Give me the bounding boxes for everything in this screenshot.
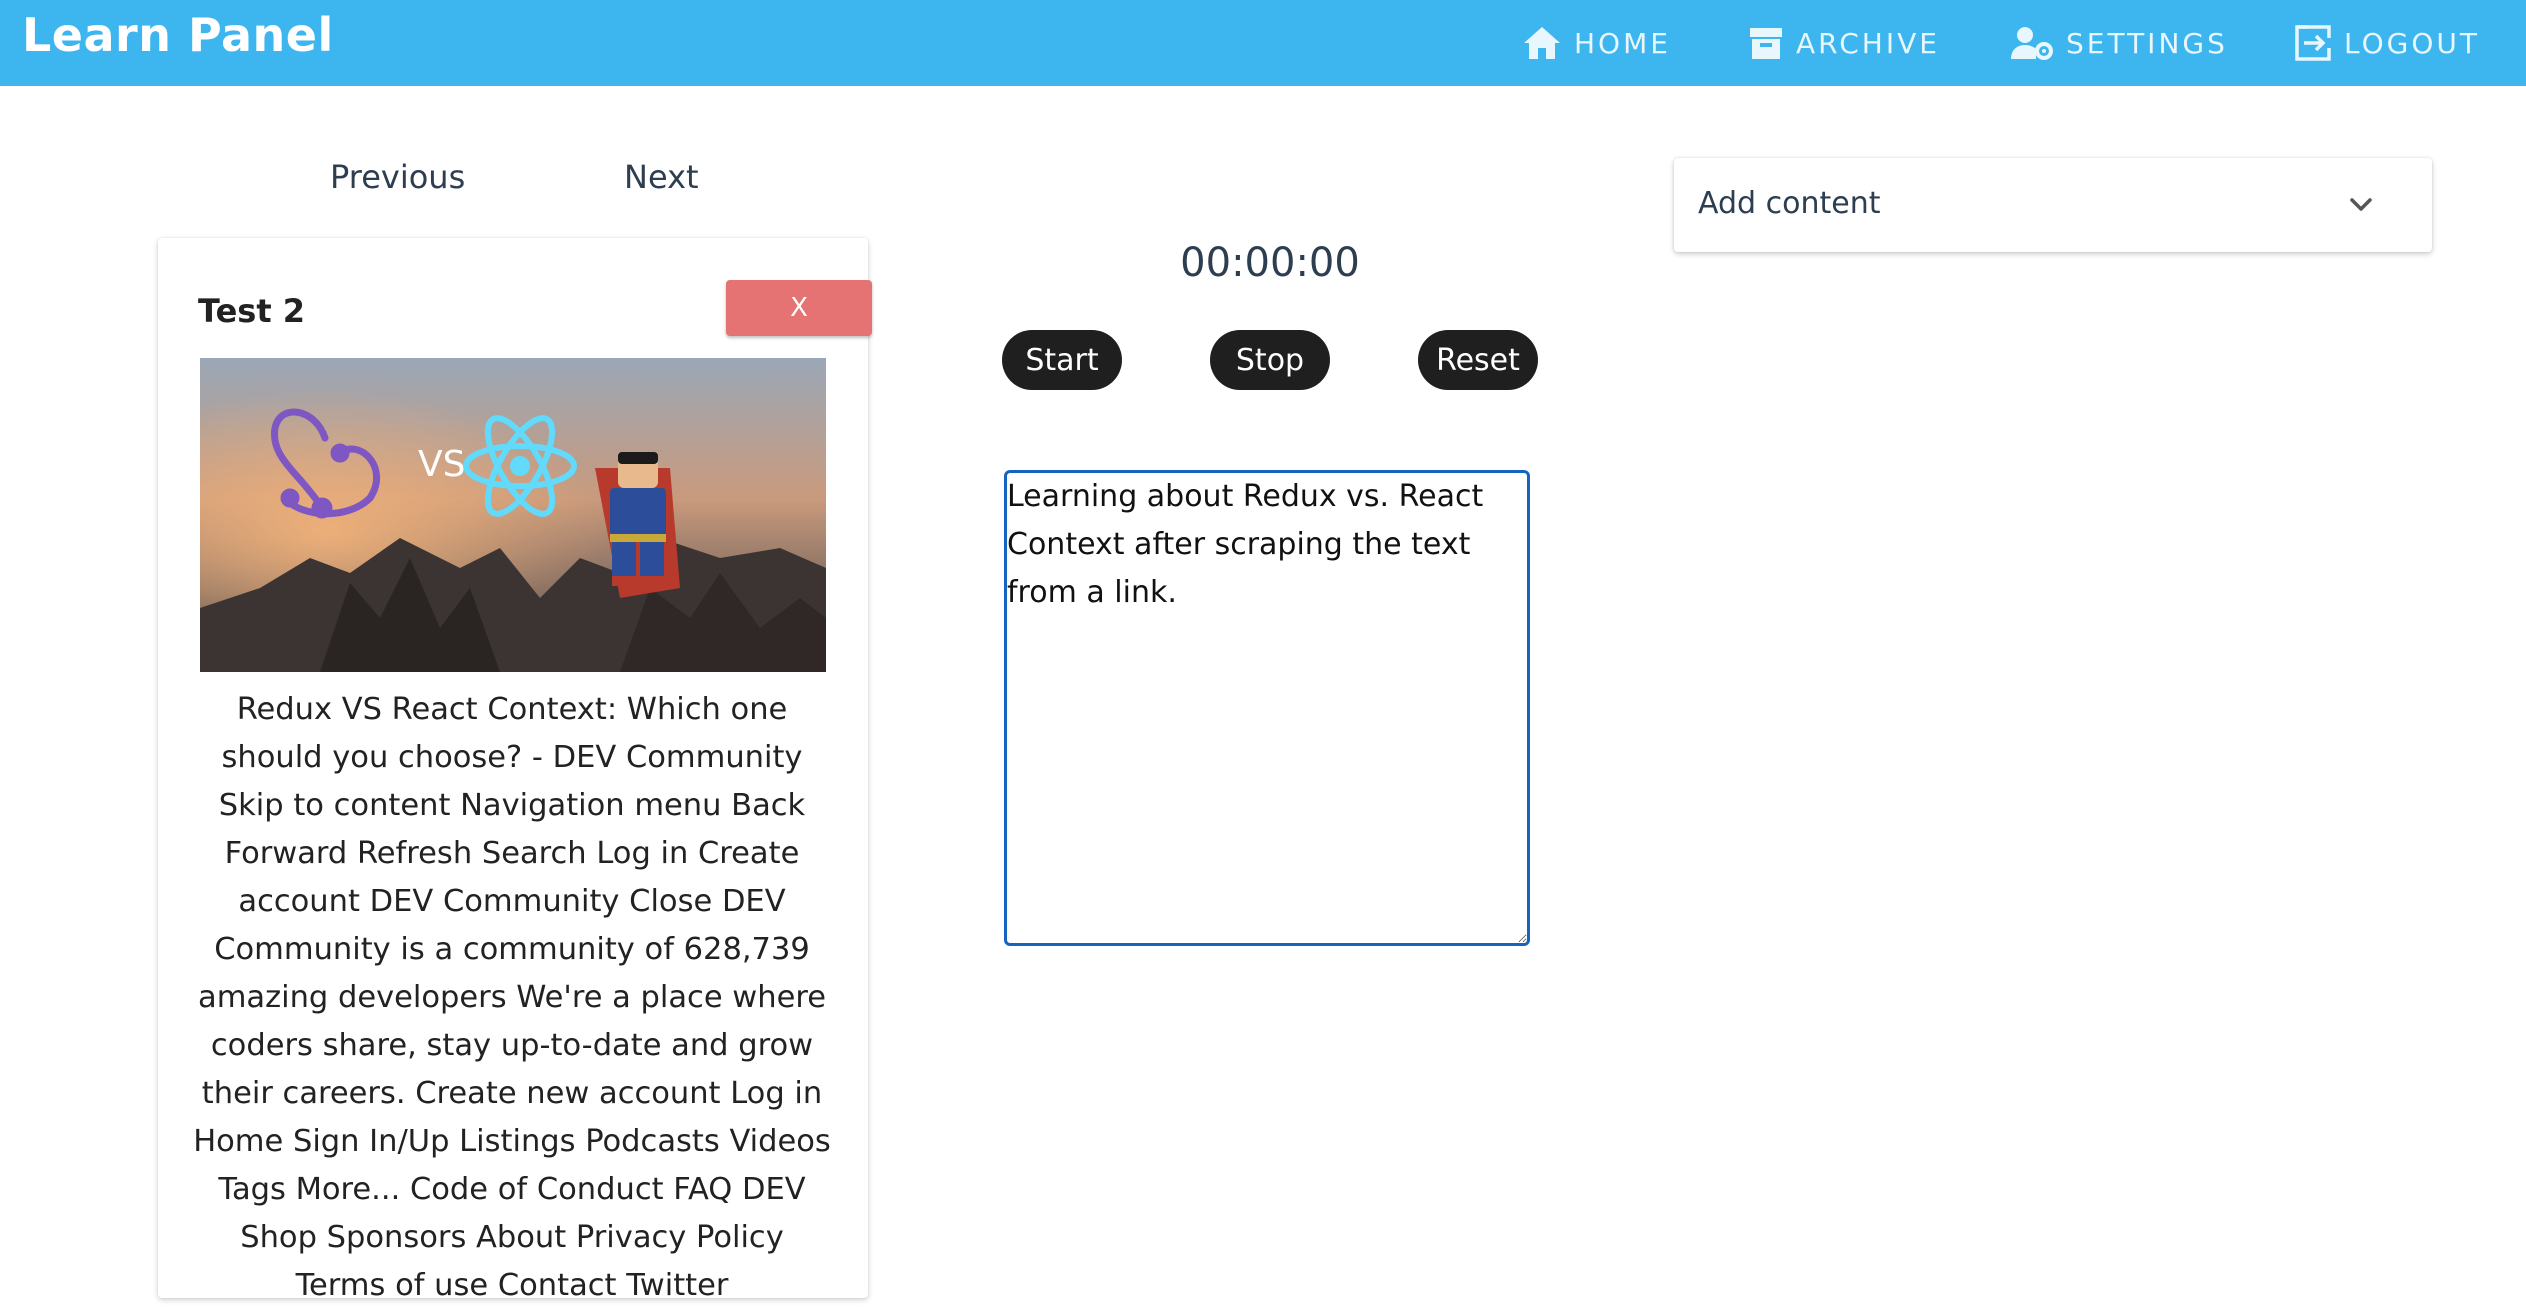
nav-logout[interactable]: LOGOUT: [2294, 0, 2480, 86]
nav-archive[interactable]: ARCHIVE: [1748, 0, 1940, 86]
timer-display: 00:00:00: [1180, 240, 1360, 286]
nav-home-label: HOME: [1574, 26, 1671, 60]
vs-label: VS: [418, 444, 465, 485]
home-icon: [1524, 27, 1560, 59]
article-thumbnail: VS: [200, 358, 826, 672]
reset-button[interactable]: Reset: [1418, 330, 1538, 390]
nav-settings-label: SETTINGS: [2066, 26, 2228, 60]
user-settings-icon: [2011, 27, 2053, 60]
content-card: Test 2 X VS Redux VS React Context: Whic…: [158, 238, 872, 1303]
notes-textarea[interactable]: Learning about Redux vs. React Context a…: [1004, 470, 1530, 946]
nav-settings[interactable]: SETTINGS: [2010, 0, 2228, 86]
nav-logout-label: LOGOUT: [2344, 26, 2480, 60]
card-body-text: Redux VS React Context: Which one should…: [193, 692, 831, 1303]
logout-icon: [2295, 25, 2331, 61]
nav-home[interactable]: HOME: [1522, 0, 1671, 86]
top-app-bar: Learn Panel HOME ARCHIVE SETTINGS LOGOUT: [0, 0, 2526, 86]
delete-button[interactable]: X: [726, 280, 872, 336]
previous-button[interactable]: Previous: [330, 158, 465, 196]
nav-archive-label: ARCHIVE: [1796, 26, 1940, 60]
next-button[interactable]: Next: [624, 158, 699, 196]
add-content-label: Add content: [1698, 186, 1881, 221]
card-title: Test 2: [198, 292, 306, 330]
stop-button[interactable]: Stop: [1210, 330, 1330, 390]
add-content-dropdown[interactable]: Add content: [1674, 158, 2432, 252]
thumbnail-image: VS: [200, 358, 826, 672]
chevron-down-icon: [2350, 198, 2372, 211]
start-button[interactable]: Start: [1002, 330, 1122, 390]
app-title: Learn Panel: [22, 8, 334, 62]
archive-icon: [1750, 28, 1782, 59]
